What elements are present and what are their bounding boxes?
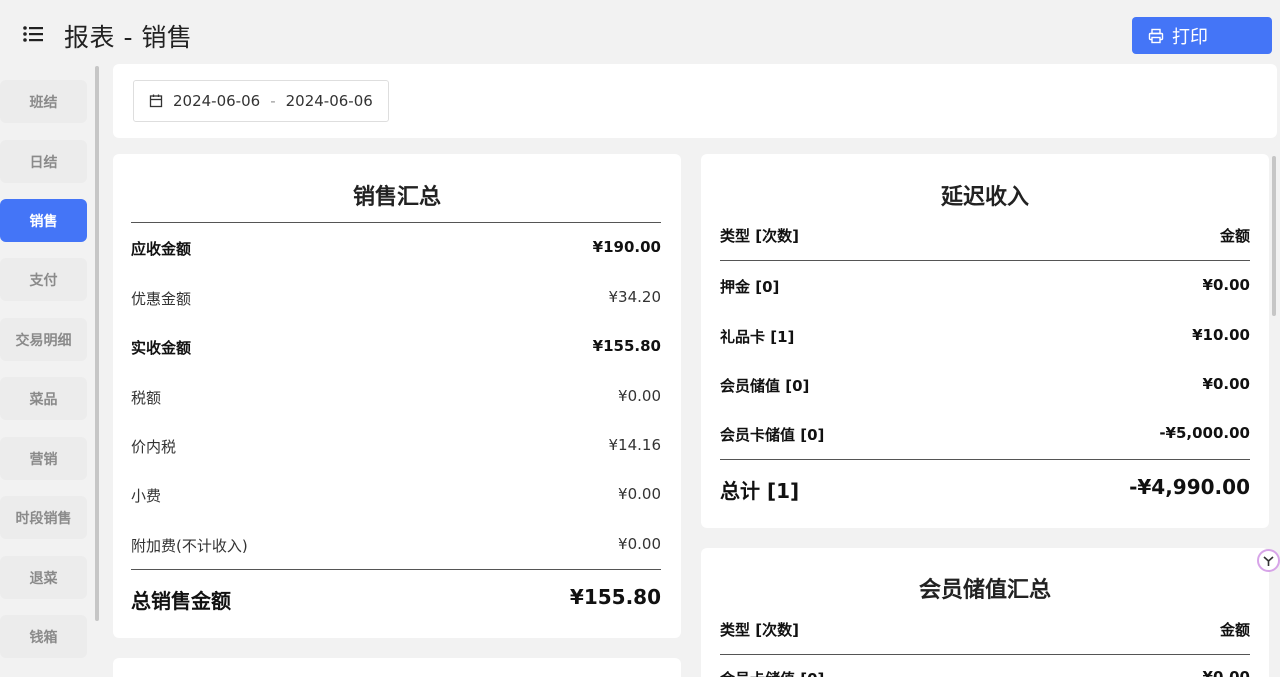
card-title: 销售汇总 [352, 185, 441, 210]
row-label: 优惠金额 [131, 290, 192, 308]
row-label: 会员卡储值 [0] [720, 426, 825, 444]
row-value: ¥0.00 [1202, 668, 1250, 677]
end-date: 2024-06-06 [285, 92, 373, 110]
sidebar-item-label: 退菜 [29, 570, 58, 587]
divider [131, 569, 661, 570]
card-title: 会员储值汇总 [918, 578, 1051, 603]
date-range-picker[interactable]: 2024-06-06 - 2024-06-06 [133, 80, 389, 122]
total-row: 总销售金额 ¥155.80 [131, 585, 661, 614]
total-value: ¥155.80 [569, 585, 661, 609]
next-card [113, 658, 681, 677]
sidebar-item-cash-drawer[interactable]: 钱箱 [0, 615, 87, 658]
menu-icon[interactable] [22, 25, 46, 45]
row-label: 价内税 [131, 438, 177, 456]
row-label: 实收金额 [131, 339, 192, 357]
row-value: -¥5,000.00 [1159, 424, 1250, 442]
filter-card: 2024-06-06 - 2024-06-06 [113, 64, 1277, 138]
sidebar-scrollbar[interactable] [95, 66, 99, 621]
assistant-icon[interactable] [1257, 549, 1280, 572]
page-title: 报表 - 销售 [64, 23, 193, 52]
row-value: ¥0.00 [1202, 276, 1250, 294]
sidebar: 班结 日结 销售 支付 交易明细 菜品 营销 时段销售 退菜 钱箱 [0, 64, 102, 677]
row-label: 应收金额 [131, 240, 192, 258]
date-separator: - [270, 92, 276, 110]
print-button-label: 打印 [1172, 26, 1208, 48]
calendar-icon [149, 94, 163, 108]
row-label: 会员储值 [0] [720, 377, 810, 395]
sidebar-item-hourly-sales[interactable]: 时段销售 [0, 496, 87, 539]
total-value: -¥4,990.00 [1129, 475, 1250, 499]
table-row: 礼品卡 [1] ¥10.00 [720, 326, 1250, 347]
sidebar-item-label: 班结 [29, 94, 58, 111]
row-label: 税额 [131, 389, 162, 407]
row-value: ¥155.80 [592, 337, 661, 355]
sidebar-item-label: 菜品 [29, 391, 58, 408]
row-label: 礼品卡 [1] [720, 328, 795, 346]
sidebar-item-label: 支付 [29, 272, 58, 289]
table-row: 会员卡储值 [0] ¥0.00 [720, 668, 1250, 677]
sidebar-item-marketing[interactable]: 营销 [0, 437, 87, 480]
total-label: 总销售金额 [131, 589, 231, 613]
printer-icon [1148, 28, 1164, 43]
column-header-type: 类型 [次数] [720, 227, 799, 245]
sidebar-item-label: 营销 [29, 451, 58, 468]
summary-row: 优惠金额 ¥34.20 [131, 288, 661, 309]
sidebar-item-sales[interactable]: 销售 [0, 199, 87, 242]
column-header-amount: 金额 [1219, 227, 1250, 245]
row-value: ¥0.00 [618, 535, 661, 553]
divider [720, 260, 1250, 261]
summary-row: 应收金额 ¥190.00 [131, 238, 661, 259]
row-value: ¥34.20 [608, 288, 662, 306]
column-header-amount: 金额 [1219, 621, 1250, 639]
divider [131, 222, 661, 223]
sales-summary-card: 销售汇总 应收金额 ¥190.00 优惠金额 ¥34.20 实收金额 ¥155.80 … [113, 154, 681, 638]
column-header-type: 类型 [次数] [720, 621, 799, 639]
table-row: 会员卡储值 [0] -¥5,000.00 [720, 424, 1250, 445]
sidebar-item-daily-close[interactable]: 日结 [0, 140, 87, 183]
sidebar-item-shift-close[interactable]: 班结 [0, 80, 87, 123]
table-header: 类型 [次数] 金额 [720, 619, 1250, 640]
top-bar: 报表 - 销售 打印 [0, 0, 1280, 64]
row-label: 押金 [0] [720, 278, 780, 296]
sidebar-item-dishes[interactable]: 菜品 [0, 377, 87, 420]
total-row: 总计 [1] -¥4,990.00 [720, 475, 1250, 504]
member-stored-value-card: 会员储值汇总 类型 [次数] 金额 会员卡储值 [0] ¥0.00 [701, 548, 1269, 677]
sidebar-item-label: 交易明细 [15, 332, 72, 349]
summary-row: 税额 ¥0.00 [131, 387, 661, 408]
summary-row: 附加费(不计收入) ¥0.00 [131, 535, 661, 556]
sidebar-item-label: 时段销售 [15, 510, 72, 527]
row-value: ¥0.00 [1202, 375, 1250, 393]
summary-row: 价内税 ¥14.16 [131, 436, 661, 457]
row-value: ¥10.00 [1192, 326, 1250, 344]
sidebar-item-payment[interactable]: 支付 [0, 258, 87, 301]
row-label: 小费 [131, 487, 162, 505]
divider [720, 459, 1250, 460]
table-row: 押金 [0] ¥0.00 [720, 276, 1250, 297]
card-title: 延迟收入 [940, 185, 1029, 210]
row-label: 会员卡储值 [0] [720, 668, 824, 677]
summary-row: 实收金额 ¥155.80 [131, 337, 661, 358]
row-value: ¥0.00 [618, 387, 661, 405]
sidebar-item-label: 钱箱 [29, 629, 58, 646]
summary-row: 小费 ¥0.00 [131, 485, 661, 506]
sidebar-item-label: 销售 [29, 213, 58, 230]
sidebar-item-returns[interactable]: 退菜 [0, 556, 87, 599]
content-scrollbar[interactable] [1272, 156, 1276, 316]
row-value: ¥0.00 [618, 485, 661, 503]
print-button[interactable]: 打印 [1132, 17, 1272, 54]
start-date: 2024-06-06 [173, 92, 261, 110]
table-row: 会员储值 [0] ¥0.00 [720, 375, 1250, 396]
sidebar-item-transactions[interactable]: 交易明细 [0, 318, 87, 361]
row-value: ¥190.00 [592, 238, 661, 256]
sidebar-item-label: 日结 [29, 154, 58, 171]
row-label: 附加费(不计收入) [131, 537, 248, 555]
divider [720, 654, 1250, 655]
table-header: 类型 [次数] 金额 [720, 225, 1250, 246]
total-label: 总计 [1] [720, 479, 800, 503]
row-value: ¥14.16 [608, 436, 662, 454]
deferred-income-card: 延迟收入 类型 [次数] 金额 押金 [0] ¥0.00 礼品卡 [1] ¥10.00… [701, 154, 1269, 528]
